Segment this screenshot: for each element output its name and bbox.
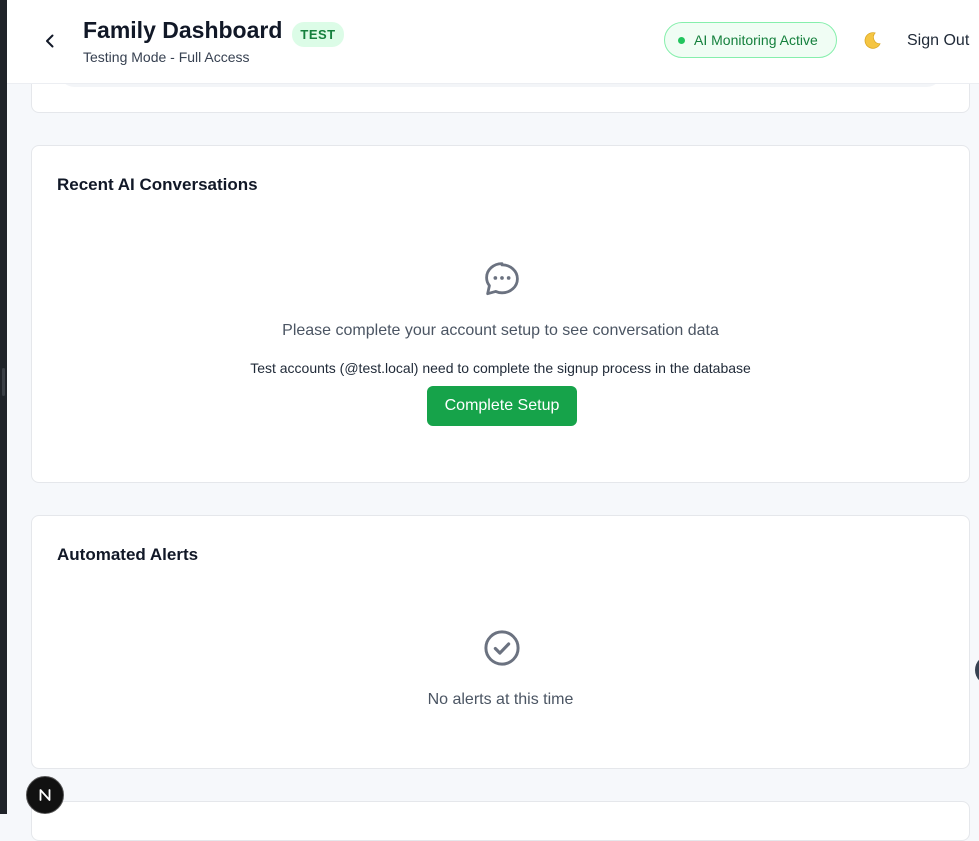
conversations-title: Recent AI Conversations — [57, 175, 258, 194]
complete-setup-button[interactable]: Complete Setup — [427, 386, 577, 426]
back-button[interactable] — [39, 28, 61, 54]
floating-widget-button[interactable] — [975, 655, 979, 685]
side-panel-edge — [0, 0, 7, 814]
conversations-empty-message: Please complete your account setup to se… — [282, 322, 719, 339]
ai-monitoring-label: AI Monitoring Active — [694, 32, 818, 48]
moon-icon — [864, 32, 881, 49]
theme-toggle-button[interactable] — [859, 29, 885, 53]
alerts-title: Automated Alerts — [57, 545, 199, 564]
recent-conversations-card: Recent AI Conversations Please complete … — [31, 145, 970, 483]
ai-monitoring-status: AI Monitoring Active — [664, 22, 837, 58]
test-mode-badge: TEST — [292, 22, 344, 47]
resize-handle[interactable] — [2, 368, 5, 396]
conversations-setup-hint: Test accounts (@test.local) need to comp… — [250, 360, 751, 376]
sign-out-button[interactable]: Sign Out — [907, 32, 969, 50]
chat-bubble-icon — [485, 262, 519, 296]
chevron-left-icon — [46, 34, 54, 48]
dashboard-header: Family Dashboard TEST Testing Mode - Ful… — [7, 0, 979, 84]
page-title: Family Dashboard — [83, 17, 283, 43]
next-section-card — [31, 801, 970, 841]
status-dot-icon — [678, 36, 685, 44]
check-circle-icon — [484, 630, 520, 666]
nextjs-icon — [39, 789, 51, 801]
alerts-empty-message: No alerts at this time — [427, 691, 574, 708]
nextjs-dev-indicator[interactable] — [26, 776, 64, 814]
automated-alerts-card: Automated Alerts No alerts at this time — [31, 515, 970, 769]
page-subtitle: Testing Mode - Full Access — [83, 49, 250, 65]
